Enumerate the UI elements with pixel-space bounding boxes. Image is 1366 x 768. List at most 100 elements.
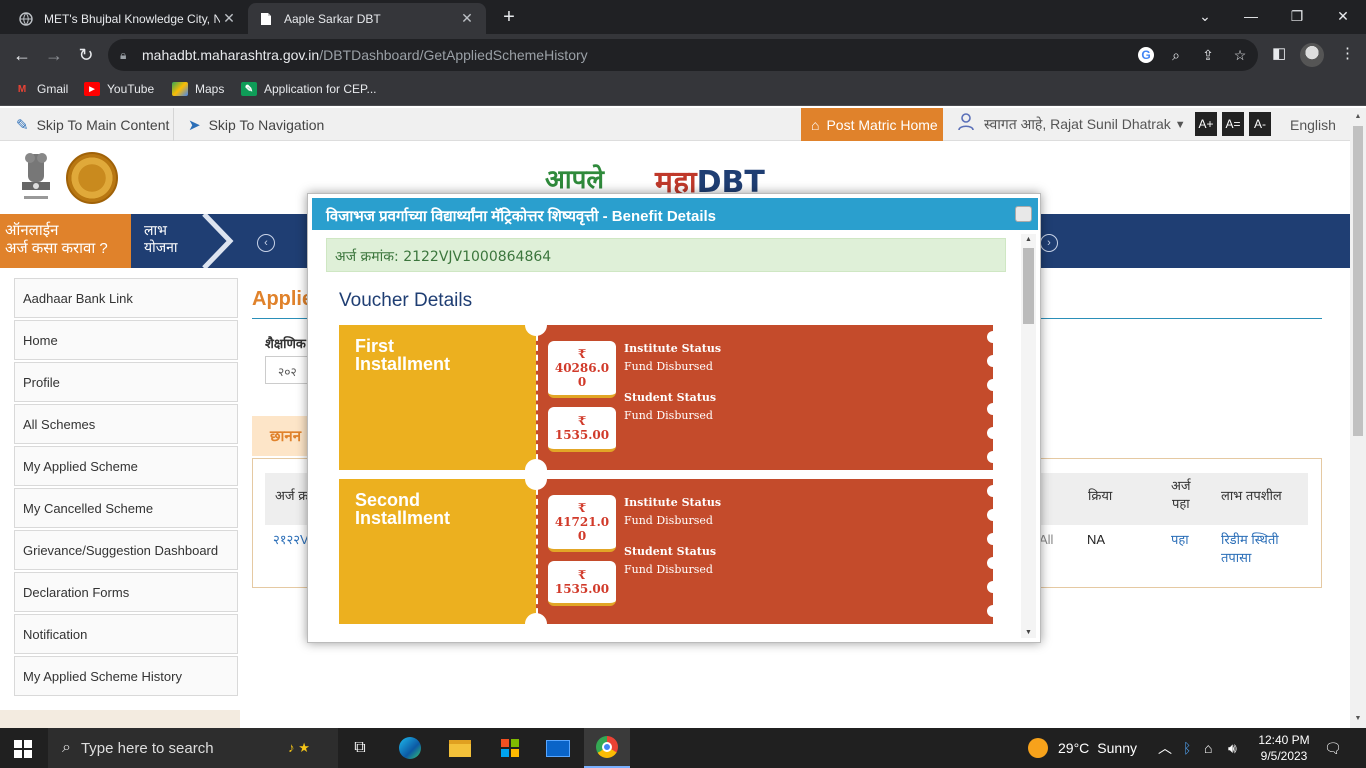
sidebar-item-applied-history[interactable]: My Applied Scheme History: [14, 656, 238, 696]
application-number: अर्ज क्रमांक: 2122VJV1000864864: [326, 238, 1006, 272]
bookmark-gmail[interactable]: M Gmail: [14, 82, 69, 96]
scroll-down-icon[interactable]: ▼: [1350, 712, 1366, 726]
table-cell: All: [1039, 532, 1054, 547]
sidebar-item-aadhaar-bank-link[interactable]: Aadhaar Bank Link: [14, 278, 238, 318]
forward-icon[interactable]: →: [42, 43, 66, 67]
sidebar-item-profile[interactable]: Profile: [14, 362, 238, 402]
search-highlight-icon[interactable]: ♪ ★: [264, 734, 334, 762]
table-cell: NA: [1087, 532, 1106, 547]
how-to-apply-link[interactable]: ऑनलाईन अर्ज कसा करावा ?: [0, 214, 131, 268]
url-host: mahadbt.maharashtra.gov.in: [142, 47, 320, 63]
file-explorer-icon[interactable]: [446, 734, 474, 762]
new-tab-button[interactable]: +: [498, 6, 520, 29]
sidebar: Aadhaar Bank Link Home Profile All Schem…: [14, 278, 238, 698]
scroll-right-icon[interactable]: ›: [1040, 234, 1058, 252]
sidebar-item-home[interactable]: Home: [14, 320, 238, 360]
tab-title: Aaple Sarkar DBT: [284, 11, 381, 26]
weather-widget[interactable]: 29°C Sunny: [1028, 728, 1137, 768]
font-decrease-button[interactable]: A-: [1249, 112, 1271, 136]
profile-avatar[interactable]: [1300, 43, 1324, 67]
chevron-right-icon: [202, 214, 234, 268]
bookmark-maps[interactable]: Maps: [172, 82, 224, 96]
sidebar-item-all-schemes[interactable]: All Schemes: [14, 404, 238, 444]
restore-button[interactable]: ❐: [1274, 0, 1320, 32]
bluetooth-icon[interactable]: ᛒ: [1183, 728, 1191, 768]
tab-search-icon[interactable]: ⌄: [1182, 0, 1228, 32]
scroll-up-icon[interactable]: ▲: [1350, 110, 1366, 124]
font-increase-button[interactable]: A+: [1195, 112, 1217, 136]
minimize-button[interactable]: —: [1228, 0, 1274, 32]
user-menu[interactable]: स्वागत आहे, Rajat Sunil Dhatrak ▼: [958, 108, 1186, 141]
google-icon[interactable]: G: [1138, 47, 1154, 63]
ticket-notch: [525, 314, 547, 336]
browser-tab-2[interactable]: Aaple Sarkar DBT ✕: [248, 3, 486, 34]
sidebar-item-my-applied-scheme[interactable]: My Applied Scheme: [14, 446, 238, 486]
font-normal-button[interactable]: A=: [1222, 112, 1244, 136]
chrome-icon[interactable]: [584, 728, 630, 768]
menu-icon[interactable]: ⋮: [1340, 44, 1355, 62]
browser-tab-1[interactable]: MET's Bhujbal Knowledge City, N ✕: [8, 3, 248, 34]
task-view-icon[interactable]: ⧉: [346, 734, 374, 762]
academic-year-label: शैक्षणिक: [265, 336, 306, 351]
close-tab-icon[interactable]: ✕: [220, 10, 238, 27]
close-modal-button[interactable]: [1015, 206, 1032, 222]
volume-icon[interactable]: 🔊︎: [1228, 728, 1237, 768]
lock-icon[interactable]: 🔒︎: [120, 48, 142, 63]
student-status: Student Status Fund Disbursed: [624, 391, 717, 422]
store-icon[interactable]: [496, 734, 524, 762]
scrollbar-thumb[interactable]: [1023, 248, 1034, 324]
page-title: Applie: [252, 288, 314, 310]
utility-bar: ✎ Skip To Main Content ➤ Skip To Navigat…: [0, 108, 1350, 141]
pencil-icon: ✎: [16, 116, 29, 134]
student-status: Student Status Fund Disbursed: [624, 545, 717, 576]
aaple-sarkar-logo: आपले: [545, 165, 604, 195]
modal-scrollbar[interactable]: ▲ ▼: [1021, 234, 1036, 638]
application-number-link[interactable]: २१२२V: [273, 531, 309, 549]
scroll-left-icon[interactable]: ‹: [257, 234, 275, 252]
scroll-up-icon[interactable]: ▲: [1021, 236, 1036, 243]
sidebar-item-declaration-forms[interactable]: Declaration Forms: [14, 572, 238, 612]
share-icon[interactable]: ⇪: [1198, 45, 1218, 65]
scrollbar-thumb[interactable]: [1353, 126, 1363, 436]
show-hidden-icons[interactable]: ︿: [1158, 728, 1172, 768]
post-matric-home-button[interactable]: ⌂ Post Matric Home: [801, 108, 943, 141]
youtube-icon: ▶: [84, 82, 100, 96]
close-window-button[interactable]: ✕: [1320, 0, 1366, 32]
view-application-link[interactable]: पहा: [1171, 531, 1189, 549]
skip-main-link[interactable]: ✎ Skip To Main Content: [16, 108, 169, 141]
installment-detail-panel: ₹ 41721.0 0 Institute Status Fund Disburs…: [536, 479, 993, 624]
page-scrollbar[interactable]: ▲ ▼: [1350, 108, 1366, 728]
installment-label-panel: First Installment: [339, 325, 536, 470]
address-bar[interactable]: 🔒︎ mahadbt.maharashtra.gov.in/DBTDashboa…: [108, 39, 1258, 71]
skip-nav-link[interactable]: ➤ Skip To Navigation: [188, 108, 324, 141]
system-clock[interactable]: 12:40 PM 9/5/2023: [1256, 732, 1312, 764]
installment-card-second: Second Installment ₹ 41721.0 0 Institute …: [339, 468, 999, 635]
browser-tabstrip: MET's Bhujbal Knowledge City, N ✕ Aaple …: [0, 0, 1366, 34]
bookmark-cep[interactable]: ✎ Application for CEP...: [241, 82, 377, 96]
home-icon: ⌂: [811, 116, 820, 133]
gmail-icon: M: [17, 83, 27, 95]
windows-start-icon[interactable]: [14, 740, 32, 758]
close-tab-icon[interactable]: ✕: [458, 10, 476, 27]
voucher-details-heading: Voucher Details: [339, 290, 473, 311]
scroll-down-icon[interactable]: ▼: [1021, 629, 1036, 636]
network-icon[interactable]: ⌂: [1204, 728, 1212, 768]
reload-icon[interactable]: ↻: [74, 43, 98, 67]
back-icon[interactable]: ←: [10, 43, 34, 67]
zoom-icon[interactable]: ⌕: [1166, 45, 1186, 65]
sidebar-item-grievance[interactable]: Grievance/Suggestion Dashboard: [14, 530, 238, 570]
installment-detail-panel: ₹ 40286.0 0 Institute Status Fund Disburs…: [536, 325, 993, 470]
side-panel-icon[interactable]: ◧: [1272, 44, 1286, 62]
user-icon: [958, 113, 974, 136]
check-redeem-status-link[interactable]: रिडीम स्थिती तपासा: [1221, 531, 1279, 567]
sun-icon: [1028, 738, 1048, 758]
bookmark-youtube[interactable]: ▶ YouTube: [84, 82, 154, 96]
language-toggle[interactable]: English: [1290, 108, 1336, 141]
sidebar-item-my-cancelled-scheme[interactable]: My Cancelled Scheme: [14, 488, 238, 528]
edge-icon[interactable]: [396, 734, 424, 762]
student-amount: ₹ 1535.00: [548, 561, 616, 606]
notifications-icon[interactable]: 🗨︎: [1324, 728, 1342, 768]
star-icon[interactable]: ☆: [1230, 45, 1250, 65]
mail-icon[interactable]: [544, 734, 572, 762]
sidebar-item-notification[interactable]: Notification: [14, 614, 238, 654]
